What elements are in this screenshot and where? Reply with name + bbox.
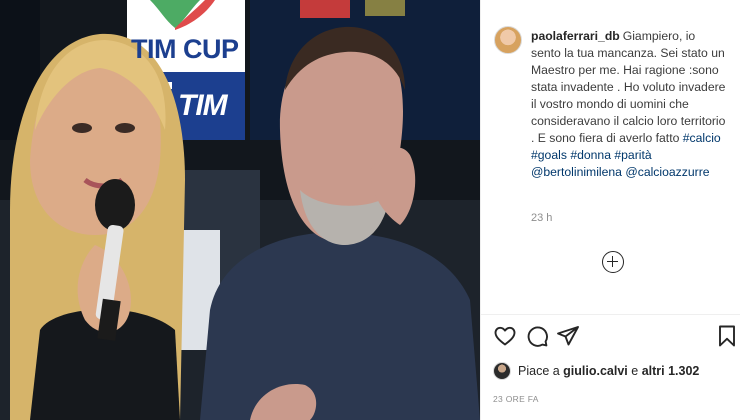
presenter-woman <box>10 33 185 420</box>
likes-count-link[interactable]: altri 1.302 <box>642 364 700 378</box>
tim-brand-text: TIM <box>178 89 228 122</box>
author-username[interactable]: paolaferrari_db <box>531 29 620 43</box>
caption-tag-link[interactable]: #goals <box>531 148 567 162</box>
plus-circle-icon[interactable] <box>602 251 624 273</box>
likes-prefix: Piace a <box>518 364 564 378</box>
caption-body: Giampiero, io sento la tua mancanza. Sei… <box>531 29 725 179</box>
caption-text: Giampiero, io sento la tua mancanza. Sei… <box>531 29 726 145</box>
author-avatar[interactable] <box>494 26 522 54</box>
caption-tag-link[interactable]: #calcio <box>683 131 721 145</box>
bookmark-icon[interactable] <box>715 324 739 348</box>
post-date[interactable]: 23 ORE FA <box>493 394 539 404</box>
caption-tag-link[interactable]: @calcioazzurre <box>625 165 709 179</box>
tim-cup-text: TIM CUP <box>131 34 239 64</box>
likes-summary: Piace a giulio.calvi e altri 1.302 <box>493 360 699 382</box>
likes-middle: e <box>627 364 642 378</box>
likes-user-link[interactable]: giulio.calvi <box>563 364 628 378</box>
actions-divider <box>481 314 740 315</box>
caption-tag-link[interactable]: @bertolinimilena <box>531 165 622 179</box>
post-actions <box>493 324 737 352</box>
caption-tag-link[interactable]: #parità <box>614 148 651 162</box>
post-photo[interactable]: TIM CUP TIM <box>0 0 480 420</box>
caption-area: paolaferrari_db Giampiero, io sento la tu… <box>481 0 740 314</box>
share-icon[interactable] <box>556 324 580 348</box>
photo-illustration <box>0 0 480 420</box>
post-side-panel: paolaferrari_db Giampiero, io sento la tu… <box>480 0 740 420</box>
caption-tag-link[interactable]: #donna <box>570 148 611 162</box>
liker-avatar[interactable] <box>493 362 511 380</box>
heart-icon[interactable] <box>493 324 517 348</box>
caption-time-ago[interactable]: 23 h <box>531 212 552 224</box>
post-caption: paolaferrari_db Giampiero, io sento la tu… <box>531 28 727 181</box>
comment-icon[interactable] <box>525 324 549 348</box>
